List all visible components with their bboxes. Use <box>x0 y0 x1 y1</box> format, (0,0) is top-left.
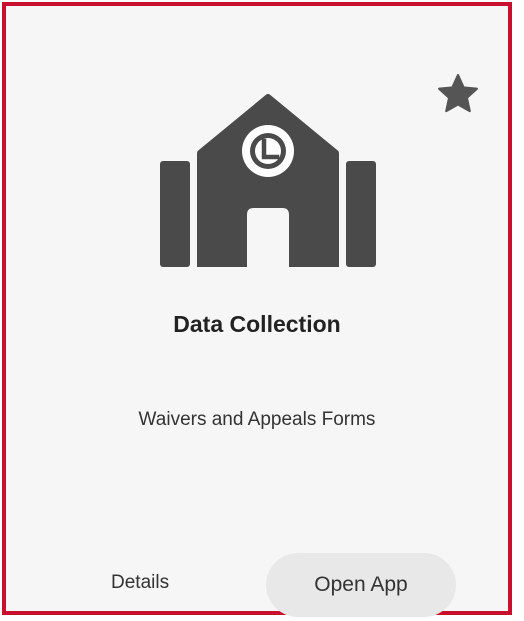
school-building-clock-icon <box>160 94 376 267</box>
card-subtitle: Waivers and Appeals Forms <box>138 409 376 430</box>
card-title: Data Collection <box>173 311 341 337</box>
app-card: Data Collection Waivers and Appeals Form… <box>2 2 512 617</box>
details-link[interactable]: Details <box>111 572 169 594</box>
star-icon[interactable] <box>435 71 481 117</box>
open-app-button[interactable]: Open App <box>266 553 456 617</box>
